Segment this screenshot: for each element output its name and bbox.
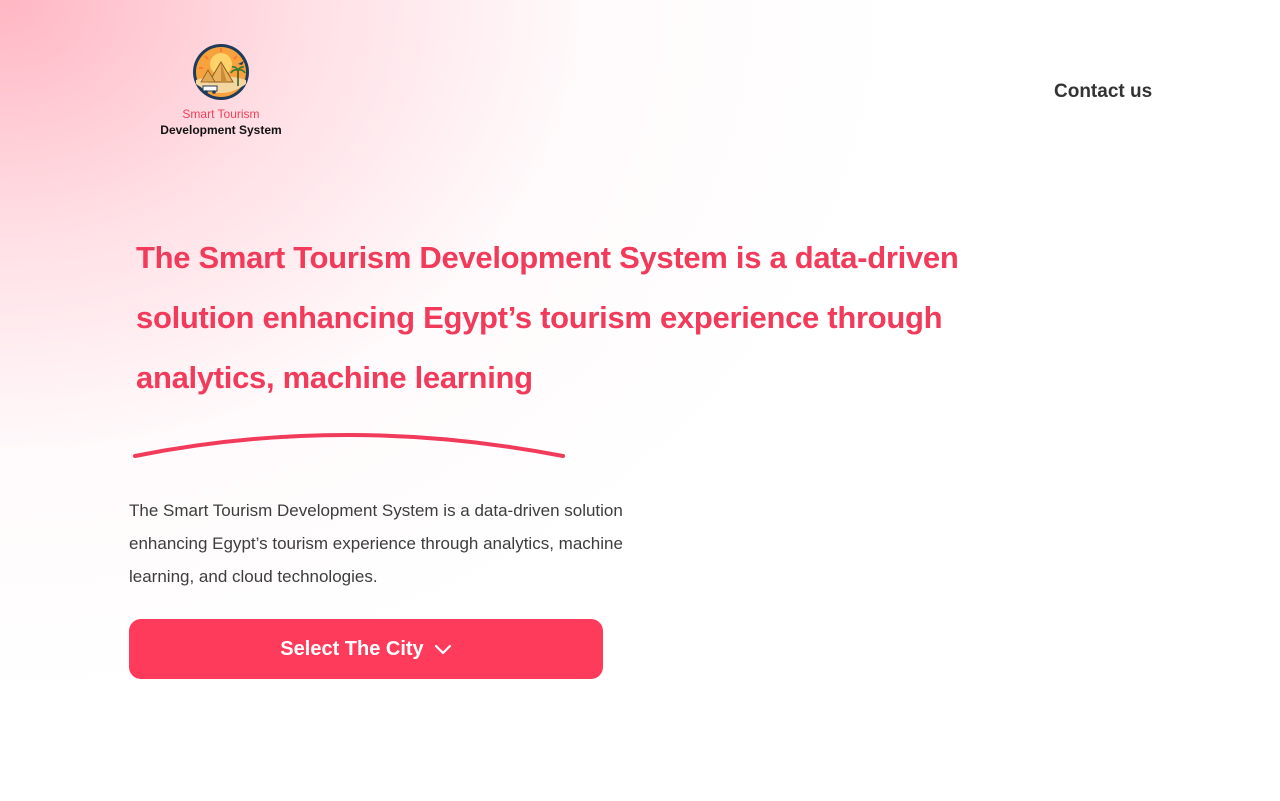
chevron-down-icon (434, 644, 451, 655)
select-city-button[interactable]: Select The City (129, 619, 603, 679)
contact-us-link[interactable]: Contact us (1054, 81, 1152, 103)
title-underline-swoosh (133, 433, 565, 458)
pyramid-sun-emblem-icon (193, 44, 249, 100)
site-logo[interactable]: Smart Tourism Development System (150, 42, 292, 138)
select-city-label: Select The City (280, 637, 424, 660)
hero-description: The Smart Tourism Development System is … (129, 501, 623, 586)
logo-line-2: Development System (160, 123, 282, 137)
landing-page: Smart Tourism Development System Contact… (0, 0, 1280, 801)
hero-title: The Smart Tourism Development System is … (136, 240, 959, 395)
logo-line-1: Smart Tourism (182, 107, 260, 121)
